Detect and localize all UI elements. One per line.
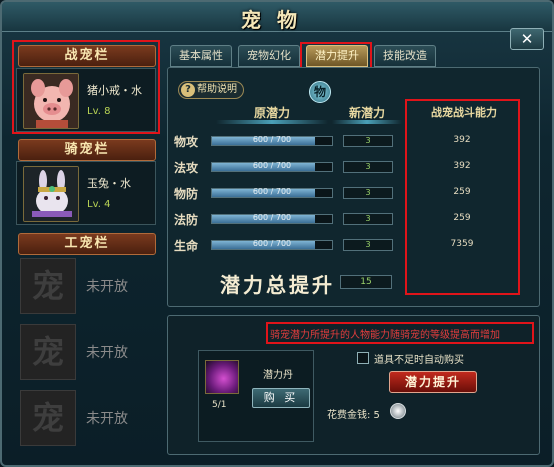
battle-pet-name: 猪小戒・水 [87, 84, 142, 97]
mount-pet-header: 骑宠栏 [18, 139, 156, 161]
row-label: 物防 [174, 187, 199, 201]
locked-slot: 宠 未开放 [20, 258, 156, 320]
potential-bar-text: 600 / 700 [252, 213, 292, 222]
tab-skill-reform[interactable]: 技能改造 [374, 45, 436, 67]
autobuy-checkbox[interactable] [357, 352, 369, 364]
pet-window: 宠物 ✕ 战宠栏 猪小戒・水 Lv. 8 骑宠栏 玉兔・水 Lv. 4 工宠栏 … [0, 0, 554, 467]
battle-power-value: 392 [453, 135, 471, 145]
battle-power-value: 7359 [450, 239, 474, 249]
mount-pet-level: Lv. 4 [87, 199, 111, 210]
potential-bar-text: 600 / 700 [252, 161, 292, 170]
potential-bar-text: 600 / 700 [252, 135, 292, 144]
item-name: 潜力丹 [263, 370, 293, 381]
locked-pet-icon: 宠 [20, 390, 76, 446]
tab-basic-attributes[interactable]: 基本属性 [170, 45, 232, 67]
locked-slot-label: 未开放 [86, 345, 128, 361]
tab-pet-transform[interactable]: 宠物幻化 [238, 45, 300, 67]
battle-power-value: 259 [453, 187, 471, 197]
new-potential-value: 3 [343, 239, 393, 251]
battle-pet-header: 战宠栏 [18, 45, 156, 67]
col-battle-power: 战宠战斗能力 [431, 106, 497, 119]
col-new-underline [332, 120, 402, 124]
new-potential-value: 3 [343, 213, 393, 225]
help-button[interactable]: ? 帮助说明 [178, 81, 244, 99]
rabbit-pet-icon [23, 166, 79, 222]
battle-power-value: 392 [453, 161, 471, 171]
locked-pet-icon: 宠 [20, 258, 76, 314]
buy-button[interactable]: 购 买 [252, 388, 310, 408]
potential-bar: 600 / 700 [211, 239, 333, 250]
potential-bar: 600 / 700 [211, 213, 333, 224]
total-potential-label: 潜力总提升 [220, 273, 335, 297]
locked-slot-label: 未开放 [86, 411, 128, 427]
potential-bar-text: 600 / 700 [252, 239, 292, 248]
potential-bar: 600 / 700 [211, 187, 333, 198]
title-bar: 宠物 [2, 2, 552, 32]
col-original-underline [216, 120, 328, 124]
locked-pet-icon: 宠 [20, 324, 76, 380]
silver-coin-icon [390, 403, 406, 419]
tab-potential-upgrade[interactable]: 潜力提升 [306, 45, 368, 67]
battle-pet-level: Lv. 8 [87, 106, 111, 117]
help-label: 帮助说明 [197, 84, 237, 95]
locked-slot-label: 未开放 [86, 279, 128, 295]
row-label: 法防 [174, 213, 199, 227]
row-label: 物攻 [174, 135, 199, 149]
autobuy-label: 道具不足时自动购买 [374, 355, 464, 366]
physical-type-badge: 物 [309, 81, 331, 103]
window-title: 宠物 [241, 8, 313, 32]
potential-upgrade-button[interactable]: 潜力提升 [389, 371, 477, 393]
work-pet-header: 工宠栏 [18, 233, 156, 255]
row-label: 法攻 [174, 161, 199, 175]
mount-notice: 骑宠潜力所提升的人物能力随骑宠的等级提高而增加 [270, 330, 500, 341]
col-new-potential: 新潜力 [348, 106, 385, 120]
new-potential-value: 3 [343, 161, 393, 173]
battle-pet-card[interactable]: 猪小戒・水 Lv. 8 [16, 68, 156, 132]
mount-pet-name: 玉兔・水 [87, 177, 131, 190]
potential-bar-text: 600 / 700 [252, 187, 292, 196]
battle-power-value: 259 [453, 213, 471, 223]
total-potential-value: 15 [340, 275, 392, 289]
locked-slot: 宠 未开放 [20, 324, 156, 386]
cost-label: 花费金钱: 5 [327, 410, 380, 421]
potion-icon[interactable] [205, 360, 239, 394]
pig-pet-icon [23, 73, 79, 129]
close-button[interactable]: ✕ [510, 28, 544, 50]
potential-bar: 600 / 700 [211, 161, 333, 172]
locked-slot: 宠 未开放 [20, 390, 156, 452]
row-label: 生命 [174, 239, 199, 253]
col-original-potential: 原潜力 [253, 106, 290, 120]
new-potential-value: 3 [343, 187, 393, 199]
question-icon: ? [181, 83, 195, 97]
item-count: 5/1 [212, 400, 227, 410]
potential-bar: 600 / 700 [211, 135, 333, 146]
mount-pet-card[interactable]: 玉兔・水 Lv. 4 [16, 161, 156, 225]
new-potential-value: 3 [343, 135, 393, 147]
